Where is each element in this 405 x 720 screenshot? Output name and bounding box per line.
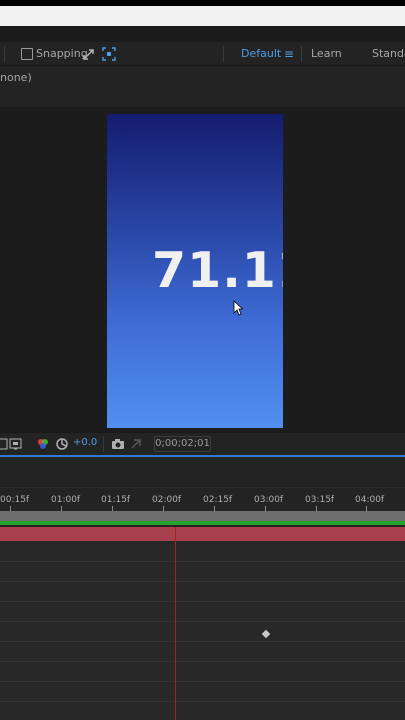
toolbar-divider <box>4 46 5 62</box>
render-status-bar <box>0 521 405 525</box>
workspace-default-tab[interactable]: Default <box>241 42 281 66</box>
color-management-icon[interactable] <box>55 437 69 451</box>
track-divider <box>0 641 405 642</box>
browser-strip <box>0 6 405 26</box>
ruler-label: 00:15f <box>0 495 30 505</box>
ruler-label: 01:00f <box>51 495 81 505</box>
toolbar-divider <box>103 436 104 452</box>
toolbar: Snapping Default ≡ Learn Standar <box>0 42 405 66</box>
track-divider <box>0 581 405 582</box>
toolbar-divider <box>223 46 224 62</box>
ruler-label: 04:00f <box>355 495 385 505</box>
color-channels-icon[interactable] <box>36 437 50 451</box>
timeline-tracks[interactable] <box>0 541 405 720</box>
snapping-checkbox[interactable] <box>21 48 33 60</box>
work-area-bar[interactable] <box>0 511 405 521</box>
track-divider <box>0 701 405 702</box>
time-ruler[interactable]: 00:15f 01:00f 01:15f 02:00f 02:15f 03:00… <box>0 487 405 512</box>
playhead-line[interactable] <box>175 527 176 720</box>
ruler-label: 01:15f <box>101 495 131 505</box>
viewer-bottom-bar: +0.0 0;00;02;01 <box>0 432 405 454</box>
workspace-menu-icon[interactable]: ≡ <box>284 42 294 66</box>
toolbar-divider <box>301 46 302 62</box>
timeline-header <box>0 457 405 487</box>
workspace-standard-tab[interactable]: Standar <box>372 42 405 66</box>
track-divider <box>0 601 405 602</box>
snapping-label: Snapping <box>36 47 88 60</box>
composition-header: none) <box>0 66 405 108</box>
composition-canvas[interactable]: 71.11 <box>107 114 283 428</box>
region-icon[interactable] <box>0 437 9 451</box>
ruler-label: 02:15f <box>203 495 233 505</box>
transparency-grid-icon[interactable] <box>9 437 23 451</box>
show-snapshot-icon[interactable] <box>129 437 143 451</box>
ruler-label: 02:00f <box>152 495 182 505</box>
track-divider <box>0 561 405 562</box>
camera-snapshot-icon[interactable] <box>111 437 125 451</box>
track-divider <box>0 661 405 662</box>
snap-target-icon[interactable] <box>101 46 117 62</box>
workspace-learn-tab[interactable]: Learn <box>311 42 342 66</box>
track-divider <box>0 621 405 622</box>
ruler-label: 03:00f <box>254 495 284 505</box>
panel-gap <box>0 26 405 42</box>
ruler-label: 03:15f <box>305 495 335 505</box>
layer-duration-bar[interactable] <box>0 527 405 541</box>
track-divider <box>0 681 405 682</box>
snap-arrows-icon[interactable] <box>81 46 97 62</box>
canvas-text-layer[interactable]: 71.11 <box>152 242 283 299</box>
composition-header-text: none) <box>0 71 32 84</box>
current-time-display[interactable]: 0;00;02;01 <box>154 436 211 452</box>
mouse-cursor-icon <box>233 300 244 316</box>
exposure-value[interactable]: +0.0 <box>73 437 97 448</box>
